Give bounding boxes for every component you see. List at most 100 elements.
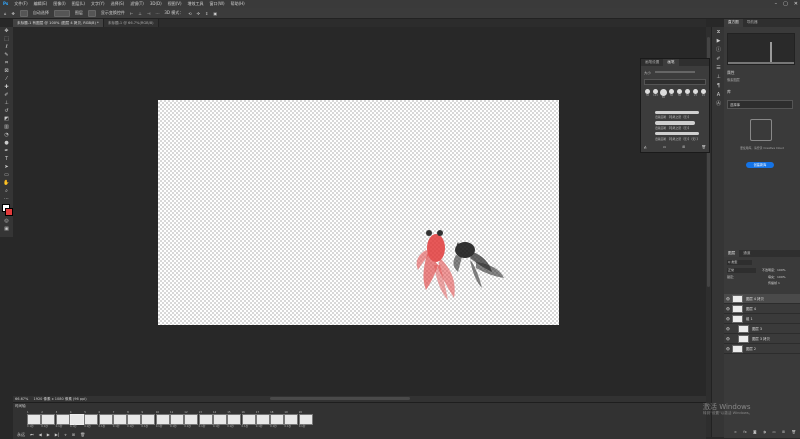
align-right-icon[interactable]: ⊣ (147, 11, 150, 16)
frame-thumbnail[interactable] (84, 414, 99, 425)
frame-thumbnail[interactable] (241, 414, 256, 425)
frame-thumbnail[interactable] (112, 414, 127, 425)
distribute-icon[interactable]: ⋯ (155, 11, 159, 16)
frame-duration[interactable]: 0.1秒 (199, 425, 212, 428)
tab-brushes[interactable]: 画笔 (663, 59, 679, 66)
menu-type[interactable]: 文字(Y) (88, 0, 108, 8)
frame-duration[interactable]: 0.1秒 (256, 425, 269, 428)
fx-icon[interactable]: fx (743, 430, 746, 434)
adjustment-icon[interactable]: ◑ (763, 430, 766, 434)
layer-thumbnail[interactable] (732, 304, 743, 313)
timeline-frame[interactable]: 10 0.1秒 (155, 411, 170, 430)
frame-thumbnail[interactable] (27, 414, 41, 425)
delete-frame-icon[interactable]: 🗑 (80, 432, 85, 438)
menu-view[interactable]: 视图(V) (165, 0, 185, 8)
timeline-frame[interactable]: 9 0.1秒 (141, 411, 156, 430)
healing-brush-tool-icon[interactable]: ✚ (0, 83, 13, 91)
menu-window[interactable]: 窗口(W) (207, 0, 228, 8)
crop-tool-icon[interactable]: ⌗ (0, 59, 13, 67)
visibility-eye-icon[interactable]: 👁 (724, 337, 732, 341)
trash-icon[interactable]: 🗑 (791, 430, 795, 434)
brush-stroke-preview-2[interactable] (655, 121, 695, 125)
tab-document-2[interactable]: 未标题-1 @ 66.7%(RGB/8) (103, 19, 159, 27)
timeline-frame[interactable]: 14 0.1秒 (212, 411, 227, 430)
frame-thumbnail[interactable] (298, 414, 313, 425)
visibility-eye-icon[interactable]: 👁 (724, 327, 732, 331)
frame-thumbnail[interactable] (98, 414, 113, 425)
move-tool-icon[interactable]: ✥ (12, 11, 15, 16)
brush-stroke-preview-3[interactable] (655, 132, 699, 135)
screen-mode-icon[interactable]: ▣ (0, 225, 13, 233)
slide-3d-icon[interactable]: ⇕ (205, 11, 208, 16)
menu-filter[interactable]: 滤镜(T) (127, 0, 147, 8)
frame-thumbnail[interactable] (227, 414, 242, 425)
zoom-tool-icon[interactable]: ⌕ (0, 187, 13, 195)
brush-preset-label[interactable]: 旧版画笔 【毛笔之怒（无）】 (655, 115, 691, 119)
transform-checkbox[interactable] (87, 9, 96, 17)
propagate-frame-checkbox[interactable]: 传播帧 1 (768, 281, 780, 285)
zoom-level[interactable]: 66.67% (15, 397, 28, 401)
brush-size-slider[interactable] (655, 71, 695, 73)
close-icon[interactable]: ✕ (794, 1, 798, 7)
brush-preset-label[interactable]: 旧版画笔 【毛笔之怒（无）】（无）】 (655, 137, 699, 141)
brush-tip[interactable]: 60 (660, 89, 667, 99)
prev-frame-icon[interactable]: ◀ (39, 432, 42, 438)
shape-tool-icon[interactable]: ▭ (0, 171, 13, 179)
visibility-eye-icon[interactable]: 👁 (724, 307, 732, 311)
create-library-button[interactable]: 创建新库 (746, 162, 774, 168)
frame-duration[interactable]: 0.1秒 (270, 425, 283, 428)
quick-select-tool-icon[interactable]: ✎ (0, 51, 13, 59)
brush-tip[interactable]: 25 (692, 89, 699, 98)
frame-thumbnail[interactable] (127, 414, 142, 425)
history-brush-tool-icon[interactable]: ↺ (0, 107, 13, 115)
layer-row[interactable]: 👁 图层 4 拷贝 (724, 294, 800, 304)
menu-layer[interactable]: 图层(L) (69, 0, 88, 8)
timeline-frame[interactable]: 2 0.1秒 (41, 411, 56, 430)
document-info[interactable]: 1920 像素 x 1080 像素 (96 ppi) (33, 397, 86, 401)
menu-select[interactable]: 选择(S) (108, 0, 128, 8)
layer-thumbnail[interactable] (738, 334, 749, 343)
duplicate-frame-icon[interactable]: ⊞ (72, 432, 75, 438)
frame-duration[interactable]: 0.1秒 (299, 425, 312, 428)
eyedropper-tool-icon[interactable]: ⁄ (0, 75, 13, 83)
libraries-title[interactable]: 库 (727, 89, 731, 95)
layer-row[interactable]: 👁 组 1 (724, 314, 800, 324)
timeline-frame[interactable]: 7 0.1秒 (112, 411, 127, 430)
menu-file[interactable]: 文件(F) (11, 0, 30, 8)
layer-row[interactable]: 👁 图层 3 (724, 324, 800, 334)
folder-icon[interactable]: ▭ (772, 430, 775, 434)
camera-3d-icon[interactable]: ▣ (213, 11, 217, 16)
pan-3d-icon[interactable]: ✣ (197, 11, 200, 16)
link-layers-icon[interactable]: ∞ (734, 430, 737, 434)
trash-icon[interactable]: 🗑 (702, 145, 706, 150)
tab-layers[interactable]: 图层 (724, 250, 740, 257)
tab-document-1[interactable]: 未标题-1 有图层 @ 100% (图层 4 拷贝, RGB/8) * (13, 19, 104, 27)
auto-select-value[interactable]: 图层 (75, 10, 83, 16)
new-group-icon[interactable]: ▭ (663, 145, 666, 150)
move-tool-icon[interactable]: ✥ (0, 27, 13, 35)
layer-name[interactable]: 图层 4 拷贝 (746, 296, 764, 301)
frame-thumbnail[interactable] (255, 414, 270, 425)
next-frame-icon[interactable]: ▶| (55, 432, 59, 438)
layer-thumbnail[interactable] (738, 324, 749, 333)
layer-filter-dropdown[interactable]: Q 类型 (727, 260, 752, 265)
timeline-frame[interactable]: 1 0.1秒 (27, 411, 41, 430)
frame-duration[interactable]: 0.1秒 (242, 425, 255, 428)
frame-thumbnail[interactable] (41, 414, 56, 425)
mask-icon[interactable]: ◙ (753, 430, 756, 434)
first-frame-icon[interactable]: ⏮ (30, 432, 34, 438)
timeline-frame[interactable]: 8 0.1秒 (127, 411, 142, 430)
layer-name[interactable]: 图层 3 (752, 326, 762, 331)
layer-name[interactable]: 图层 3 拷贝 (752, 336, 770, 341)
auto-select-dropdown[interactable] (53, 9, 70, 17)
timeline-frame[interactable]: 6 0.1秒 (98, 411, 113, 430)
frame-thumbnail[interactable] (155, 414, 170, 425)
tab-channels[interactable]: 通道 (739, 250, 754, 257)
layer-thumbnail[interactable] (732, 294, 743, 303)
new-layer-icon[interactable]: ⊞ (782, 430, 785, 434)
frame-duration[interactable]: 0.1秒 (213, 425, 226, 428)
frame-thumbnail[interactable] (69, 414, 84, 425)
minimize-icon[interactable]: – (775, 1, 778, 7)
brush-tip[interactable]: 30 (676, 89, 683, 98)
menu-help[interactable]: 帮助(H) (228, 0, 248, 8)
